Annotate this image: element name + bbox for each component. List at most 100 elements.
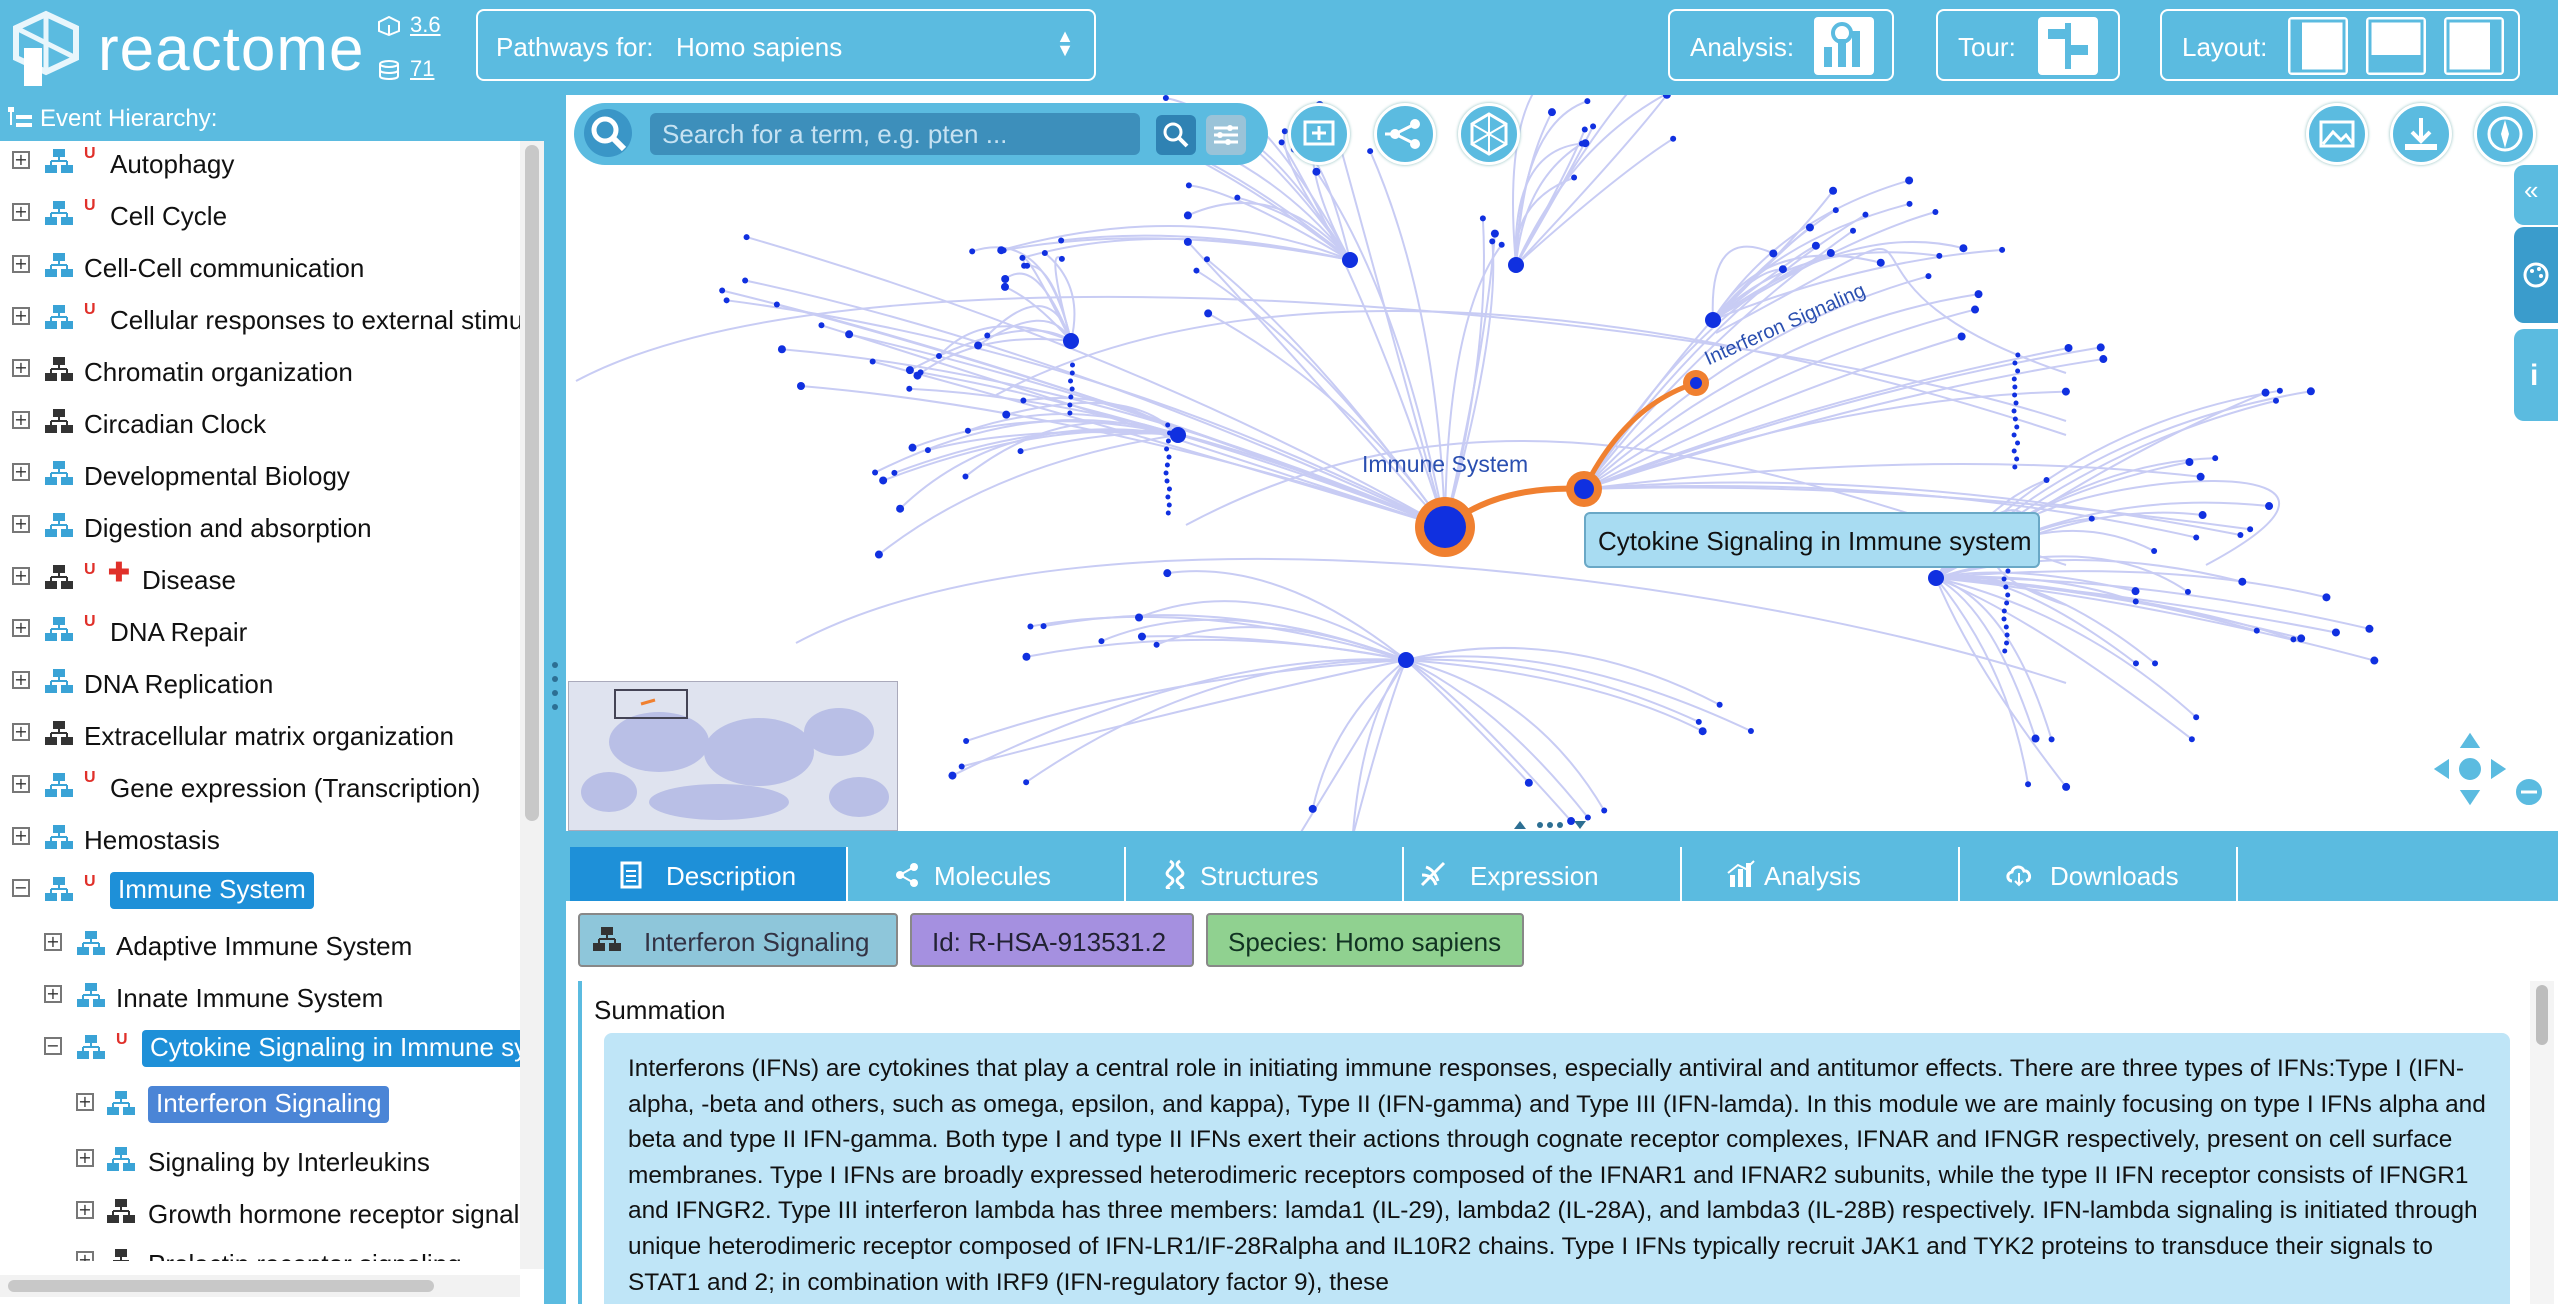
graph-node[interactable] <box>1829 186 1838 195</box>
graph-node[interactable] <box>2004 640 2010 646</box>
expand-icon[interactable]: + <box>12 827 30 845</box>
graph-node[interactable] <box>2096 343 2105 352</box>
graph-node[interactable] <box>962 473 969 480</box>
graph-node[interactable] <box>1164 446 1170 452</box>
graph-node[interactable] <box>1002 410 1011 419</box>
graph-node[interactable] <box>2003 624 2009 630</box>
expand-icon[interactable]: + <box>44 985 62 1003</box>
graph-node[interactable] <box>2015 368 2021 374</box>
expand-icon[interactable]: + <box>12 515 30 533</box>
graph-node[interactable] <box>1183 237 1192 246</box>
tab-analysis[interactable]: Analysis <box>1682 847 1958 901</box>
graph-node[interactable] <box>2196 472 2205 481</box>
tree-item-signaling-interleukins[interactable]: + Signaling by Interleukins <box>0 1139 520 1183</box>
graph-node[interactable] <box>2151 548 2158 555</box>
graph-node[interactable] <box>1165 438 1171 444</box>
expand-icon[interactable]: + <box>12 359 30 377</box>
tree-item-growth-hormone[interactable]: + Growth hormone receptor signal <box>0 1191 520 1235</box>
graph-node[interactable] <box>2025 781 2032 788</box>
graph-node[interactable] <box>1524 778 1533 787</box>
graph-node[interactable] <box>1308 804 1317 813</box>
tab-description[interactable]: Description <box>570 847 846 901</box>
graph-node[interactable] <box>2005 592 2011 598</box>
graph-node[interactable] <box>1165 422 1171 428</box>
graph-node[interactable] <box>2012 416 2018 422</box>
tree-item-circadian-clock[interactable]: + Circadian Clock <box>0 401 520 445</box>
graph-node[interactable] <box>1489 238 1496 245</box>
graph-node[interactable] <box>2265 502 2274 511</box>
tree-item-cell-cycle[interactable]: + U Cell Cycle <box>0 193 520 237</box>
graph-node[interactable] <box>2011 408 2017 414</box>
graph-node[interactable] <box>2011 448 2017 454</box>
graph-node[interactable] <box>2043 477 2050 484</box>
graph-node[interactable] <box>1166 502 1172 508</box>
graph-node[interactable] <box>1578 140 1585 147</box>
graph-node[interactable] <box>2212 455 2219 462</box>
graph-node[interactable] <box>969 248 976 255</box>
resize-handle-icon[interactable] <box>1510 819 1590 831</box>
graph-node[interactable] <box>1584 98 1591 105</box>
graph-node[interactable] <box>1479 215 1486 222</box>
graph-node[interactable] <box>1581 126 1588 133</box>
graph-node[interactable] <box>1164 462 1170 468</box>
graph-node[interactable] <box>1022 652 1031 661</box>
graph-node[interactable] <box>2013 400 2019 406</box>
graph-node[interactable] <box>1069 386 1075 392</box>
graph-node[interactable] <box>1067 402 1073 408</box>
graph-node[interactable] <box>997 246 1006 255</box>
tree-item-chromatin-organization[interactable]: + Chromatin organization <box>0 349 520 393</box>
tab-downloads[interactable]: Downloads <box>1960 847 2236 901</box>
graph-node[interactable] <box>1974 290 1983 299</box>
graph-node[interactable] <box>2253 627 2260 634</box>
graph-node[interactable] <box>1876 258 1885 267</box>
graph-node[interactable] <box>1001 275 1010 284</box>
pan-down-icon[interactable] <box>2456 788 2484 809</box>
graph-node[interactable] <box>1069 370 1075 376</box>
tree-item-innate-immune[interactable]: + Innate Immune System <box>0 975 520 1019</box>
expand-icon[interactable]: + <box>76 1093 94 1111</box>
graph-node[interactable] <box>2184 588 2191 595</box>
graph-node[interactable] <box>874 550 883 559</box>
graph-node[interactable] <box>2062 782 2071 791</box>
graph-node[interactable] <box>1167 430 1173 436</box>
navigation-pad[interactable] <box>2420 731 2520 831</box>
graph-node[interactable] <box>2152 660 2159 667</box>
graph-node[interactable] <box>2005 568 2011 574</box>
graph-node[interactable] <box>1936 252 1943 259</box>
graph-node[interactable] <box>935 353 942 360</box>
graph-node[interactable] <box>2015 440 2021 446</box>
pathway-name-chip[interactable]: Interferon Signaling <box>578 913 898 967</box>
graph-node[interactable] <box>964 427 971 434</box>
layout-option-1[interactable] <box>2288 17 2348 75</box>
graph-node[interactable] <box>743 234 750 241</box>
compass-button[interactable] <box>2474 103 2536 165</box>
tree-item-developmental-biology[interactable]: + Developmental Biology <box>0 453 520 497</box>
graph-node[interactable] <box>879 476 888 485</box>
expand-icon[interactable]: + <box>12 567 30 585</box>
graph-node[interactable] <box>1971 305 1980 314</box>
graph-node[interactable] <box>1067 410 1073 416</box>
graph-node[interactable] <box>1747 728 1754 735</box>
graph-node[interactable] <box>1698 727 1707 736</box>
scroll-thumb[interactable] <box>2536 985 2548 1045</box>
graph-node[interactable] <box>2193 534 2200 541</box>
graph-node[interactable] <box>2132 660 2139 667</box>
graph-node[interactable] <box>2031 734 2040 743</box>
graph-node[interactable] <box>1069 362 1075 368</box>
graph-node[interactable] <box>1098 638 1105 645</box>
tree-item-extracellular-matrix[interactable]: + Extracellular matrix organization <box>0 713 520 757</box>
search-input[interactable] <box>650 113 1140 155</box>
illustration-button[interactable] <box>1458 103 1520 165</box>
export-image-button[interactable] <box>2306 103 2368 165</box>
expand-icon[interactable]: + <box>12 723 30 741</box>
panel-splitter[interactable] <box>544 95 566 1304</box>
graph-node[interactable] <box>1547 108 1556 117</box>
graph-node[interactable] <box>2002 648 2008 654</box>
graph-node[interactable] <box>1670 135 1677 142</box>
graph-node[interactable] <box>2088 515 2095 522</box>
graph-node[interactable] <box>1068 394 1074 400</box>
show-hierarchy-button[interactable] <box>1374 103 1436 165</box>
graph-node[interactable] <box>2238 577 2247 586</box>
graph-node[interactable] <box>1367 148 1374 155</box>
collapse-side-panel-tab[interactable]: « <box>2514 165 2558 225</box>
